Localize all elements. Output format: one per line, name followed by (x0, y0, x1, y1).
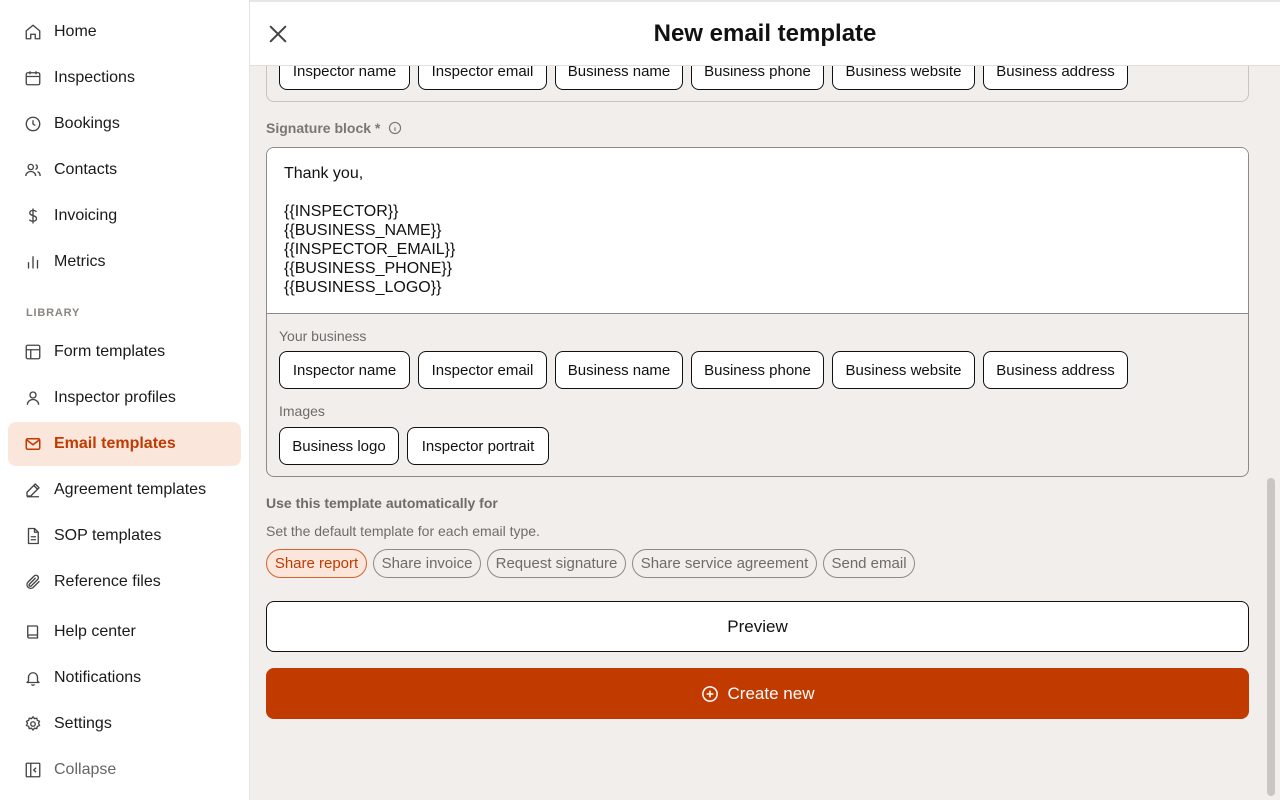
signature-textarea[interactable]: Thank you, {{INSPECTOR}} {{BUSINESS_NAME… (267, 148, 1248, 314)
sidebar-item-label: Invoicing (54, 207, 118, 224)
signature-line (284, 183, 1231, 202)
sidebar-item-notifications[interactable]: Notifications (8, 656, 241, 700)
signature-line: {{INSPECTOR_EMAIL}} (284, 241, 456, 258)
gear-icon (24, 715, 42, 733)
sidebar-item-collapse[interactable]: Collapse (8, 748, 241, 792)
plus-circle-icon (701, 685, 719, 703)
sidebar-item-label: Email templates (54, 435, 176, 452)
home-icon (24, 23, 42, 41)
chip-business-address[interactable]: Business address (983, 351, 1128, 389)
scrollbar-thumb[interactable] (1267, 478, 1275, 796)
sidebar-item-invoicing[interactable]: Invoicing (8, 194, 241, 238)
chip-business-logo[interactable]: Business logo (279, 427, 399, 465)
dollar-icon (24, 207, 42, 225)
info-icon[interactable] (388, 121, 402, 135)
calendar-icon (24, 69, 42, 87)
sidebar-item-reference-files[interactable]: Reference files (8, 560, 241, 604)
sidebar-item-label: Settings (54, 715, 112, 732)
modal-header: New email template (250, 0, 1280, 66)
sidebar-item-form-templates[interactable]: Form templates (8, 330, 241, 374)
sidebar-item-contacts[interactable]: Contacts (8, 148, 241, 192)
pill-share-service-agreement[interactable]: Share service agreement (632, 549, 817, 578)
signature-block-label: Signature block * (266, 120, 402, 136)
mail-icon (24, 435, 42, 453)
library-section-label: LIBRARY (26, 307, 81, 319)
sidebar: Home Inspections Bookings Contacts Invoi… (0, 0, 250, 800)
chip-inspector-email[interactable]: Inspector email (418, 351, 547, 389)
sidebar-item-settings[interactable]: Settings (8, 702, 241, 746)
sidebar-item-bookings[interactable]: Bookings (8, 102, 241, 146)
bar-chart-icon (24, 253, 42, 271)
pill-share-report[interactable]: Share report (266, 549, 367, 578)
sidebar-item-label: Metrics (54, 253, 106, 270)
pill-share-invoice[interactable]: Share invoice (373, 549, 481, 578)
users-icon (24, 161, 42, 179)
your-business-label: Your business (279, 328, 367, 344)
signature-label-text: Signature block * (266, 120, 381, 136)
main-panel: Inspector name Inspector email Business … (250, 0, 1280, 800)
sidebar-item-label: Contacts (54, 161, 118, 178)
sidebar-item-home[interactable]: Home (8, 10, 241, 54)
chip-inspector-portrait[interactable]: Inspector portrait (407, 427, 549, 465)
sidebar-item-label: Agreement templates (54, 481, 207, 498)
chip-business-website[interactable]: Business website (832, 351, 975, 389)
sidebar-item-inspections[interactable]: Inspections (8, 56, 241, 100)
book-icon (24, 623, 42, 641)
sidebar-item-label: Inspections (54, 69, 135, 86)
pill-request-signature[interactable]: Request signature (487, 549, 626, 578)
sidebar-item-label: Notifications (54, 669, 142, 686)
sidebar-item-label: Collapse (54, 761, 117, 778)
sidebar-item-metrics[interactable]: Metrics (8, 240, 241, 284)
clock-icon (24, 115, 42, 133)
sidebar-item-label: Form templates (54, 343, 166, 360)
sidebar-item-label: Home (54, 23, 97, 40)
signature-line: {{BUSINESS_PHONE}} (284, 260, 453, 277)
page-title: New email template (653, 20, 877, 47)
chip-business-phone[interactable]: Business phone (691, 351, 824, 389)
signature-line: {{INSPECTOR}} (284, 203, 399, 220)
create-new-label: Create new (727, 683, 815, 703)
signature-icon (24, 481, 42, 499)
sidebar-item-email-templates[interactable]: Email templates (8, 422, 241, 466)
sidebar-item-sop-templates[interactable]: SOP templates (8, 514, 241, 558)
auto-use-subtitle: Set the default template for each email … (266, 523, 540, 539)
document-icon (24, 527, 42, 545)
sidebar-item-label: Inspector profiles (54, 389, 176, 406)
chip-business-name[interactable]: Business name (555, 351, 683, 389)
images-label: Images (279, 403, 325, 419)
bell-icon (24, 669, 42, 687)
sidebar-item-label: Help center (54, 623, 136, 640)
paperclip-icon (24, 573, 42, 591)
preview-button[interactable]: Preview (266, 601, 1249, 652)
sidebar-item-inspector-profiles[interactable]: Inspector profiles (8, 376, 241, 420)
auto-use-title: Use this template automatically for (266, 495, 498, 511)
layout-icon (24, 343, 42, 361)
create-new-button[interactable]: Create new (266, 668, 1249, 719)
sidebar-item-label: Reference files (54, 573, 161, 590)
chip-inspector-name[interactable]: Inspector name (279, 351, 410, 389)
collapse-icon (24, 761, 42, 779)
sidebar-item-agreement-templates[interactable]: Agreement templates (8, 468, 241, 512)
signature-line: Thank you, (284, 165, 364, 182)
sidebar-item-label: Bookings (54, 115, 120, 132)
signature-line: {{BUSINESS_NAME}} (284, 222, 442, 239)
user-icon (24, 389, 42, 407)
sidebar-item-help-center[interactable]: Help center (8, 610, 241, 654)
sidebar-item-label: SOP templates (54, 527, 162, 544)
pill-send-email[interactable]: Send email (823, 549, 915, 578)
signature-line: {{BUSINESS_LOGO}} (284, 279, 442, 296)
